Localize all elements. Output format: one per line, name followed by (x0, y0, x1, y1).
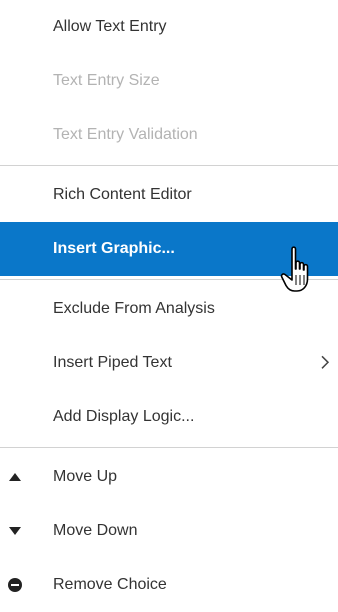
menu-item-label: Text Entry Validation (53, 126, 198, 143)
menu-item-label: Remove Choice (53, 576, 167, 593)
menu-item-label: Text Entry Size (53, 72, 160, 89)
minus-circle-icon (8, 578, 22, 592)
chevron-right-icon (321, 355, 330, 369)
menu-item-text-entry-validation: Text Entry Validation (0, 108, 338, 162)
menu-divider (0, 165, 338, 166)
menu-item-label: Insert Piped Text (53, 354, 172, 371)
menu-item-move-up[interactable]: Move Up (0, 450, 338, 504)
menu-divider (0, 279, 338, 280)
menu-item-label: Exclude From Analysis (53, 300, 215, 317)
menu-item-allow-text-entry[interactable]: Allow Text Entry (0, 0, 338, 54)
menu-item-remove-choice[interactable]: Remove Choice (0, 558, 338, 612)
menu-item-rich-content-editor[interactable]: Rich Content Editor (0, 168, 338, 222)
menu-item-add-display-logic[interactable]: Add Display Logic... (0, 390, 338, 444)
menu-item-move-down[interactable]: Move Down (0, 504, 338, 558)
menu-divider (0, 447, 338, 448)
menu-item-insert-graphic[interactable]: Insert Graphic... (0, 222, 338, 276)
menu-item-label: Insert Graphic... (53, 240, 175, 257)
menu-item-exclude-from-analysis[interactable]: Exclude From Analysis (0, 282, 338, 336)
triangle-down-icon (8, 524, 22, 538)
menu-item-label: Allow Text Entry (53, 18, 167, 35)
menu-item-label: Add Display Logic... (53, 408, 195, 425)
triangle-up-icon (8, 470, 22, 484)
menu-item-insert-piped-text[interactable]: Insert Piped Text (0, 336, 338, 390)
menu-item-label: Rich Content Editor (53, 186, 192, 203)
menu-item-text-entry-size: Text Entry Size (0, 54, 338, 108)
context-menu: Allow Text Entry Text Entry Size Text En… (0, 0, 338, 612)
